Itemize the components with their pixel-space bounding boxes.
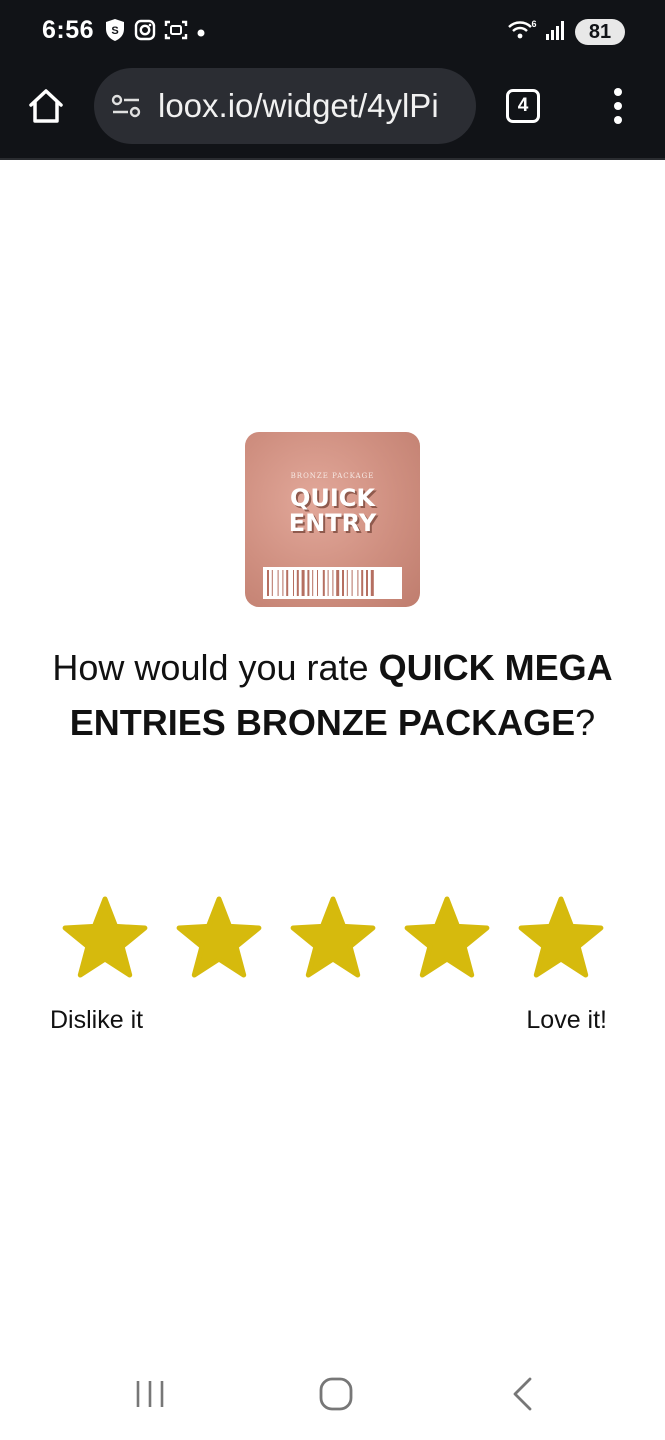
product-image: BRONZE PACKAGE QUICK ENTRY: [245, 432, 420, 607]
star-icon: [62, 896, 148, 978]
shield-s-icon: S: [104, 18, 126, 46]
star-2[interactable]: [176, 896, 262, 982]
svg-text:S: S: [111, 25, 118, 37]
wifi-6-icon: 6: [507, 18, 537, 46]
notification-icons: S: [104, 18, 206, 46]
more-menu-button[interactable]: [604, 84, 632, 128]
nav-home-button[interactable]: [318, 1376, 354, 1412]
status-bar: 6:56 S 6 81: [0, 0, 665, 62]
question-prefix: How would you rate: [52, 647, 379, 688]
home-button[interactable]: [26, 86, 66, 126]
product-image-title-line2: ENTRY: [288, 509, 377, 537]
status-time: 6:56: [42, 16, 95, 44]
star-icon: [404, 896, 490, 978]
question-suffix: ?: [575, 702, 596, 743]
dot-icon: [196, 23, 206, 42]
recents-icon: [136, 1381, 164, 1407]
star-icon: [518, 896, 604, 978]
rating-high-label: Love it!: [526, 1006, 607, 1034]
star-1[interactable]: [62, 896, 148, 982]
recents-button[interactable]: [132, 1378, 168, 1410]
star-5[interactable]: [518, 896, 604, 982]
star-3[interactable]: [290, 896, 376, 982]
url-text[interactable]: loox.io/widget/4ylPi: [158, 87, 439, 125]
product-image-title-line1: QUICK: [289, 484, 376, 512]
product-image-label: BRONZE PACKAGE: [290, 472, 375, 480]
tab-switcher-button[interactable]: 4: [506, 89, 540, 123]
back-button[interactable]: [508, 1376, 536, 1412]
system-icons: 6 81: [507, 18, 625, 46]
star-icon: [290, 896, 376, 978]
home-icon: [319, 1377, 353, 1411]
more-vert-icon: [614, 88, 622, 124]
browser-toolbar: loox.io/widget/4ylPi 4: [0, 62, 665, 160]
rating-question: How would you rate QUICK MEGA ENTRIES BR…: [40, 640, 625, 750]
back-icon: [513, 1377, 532, 1411]
star-icon: [176, 896, 262, 978]
system-nav-bar: [0, 1350, 665, 1440]
instagram-icon: [134, 19, 156, 45]
rating-low-label: Dislike it: [50, 1006, 144, 1034]
star-rating: [0, 896, 665, 986]
signal-icon: [545, 19, 567, 45]
product-image-title: QUICK ENTRY: [245, 486, 420, 536]
home-icon: [29, 89, 63, 123]
barcode-graphic: [263, 567, 402, 599]
site-settings-icon[interactable]: [110, 92, 142, 120]
tab-count: 4: [517, 95, 529, 116]
star-4[interactable]: [404, 896, 490, 982]
screenshot-icon: [164, 19, 188, 45]
address-bar[interactable]: loox.io/widget/4ylPi: [94, 68, 476, 144]
svg-text:6: 6: [531, 19, 536, 29]
battery-level: 81: [588, 20, 612, 43]
battery-icon: 81: [575, 19, 625, 45]
